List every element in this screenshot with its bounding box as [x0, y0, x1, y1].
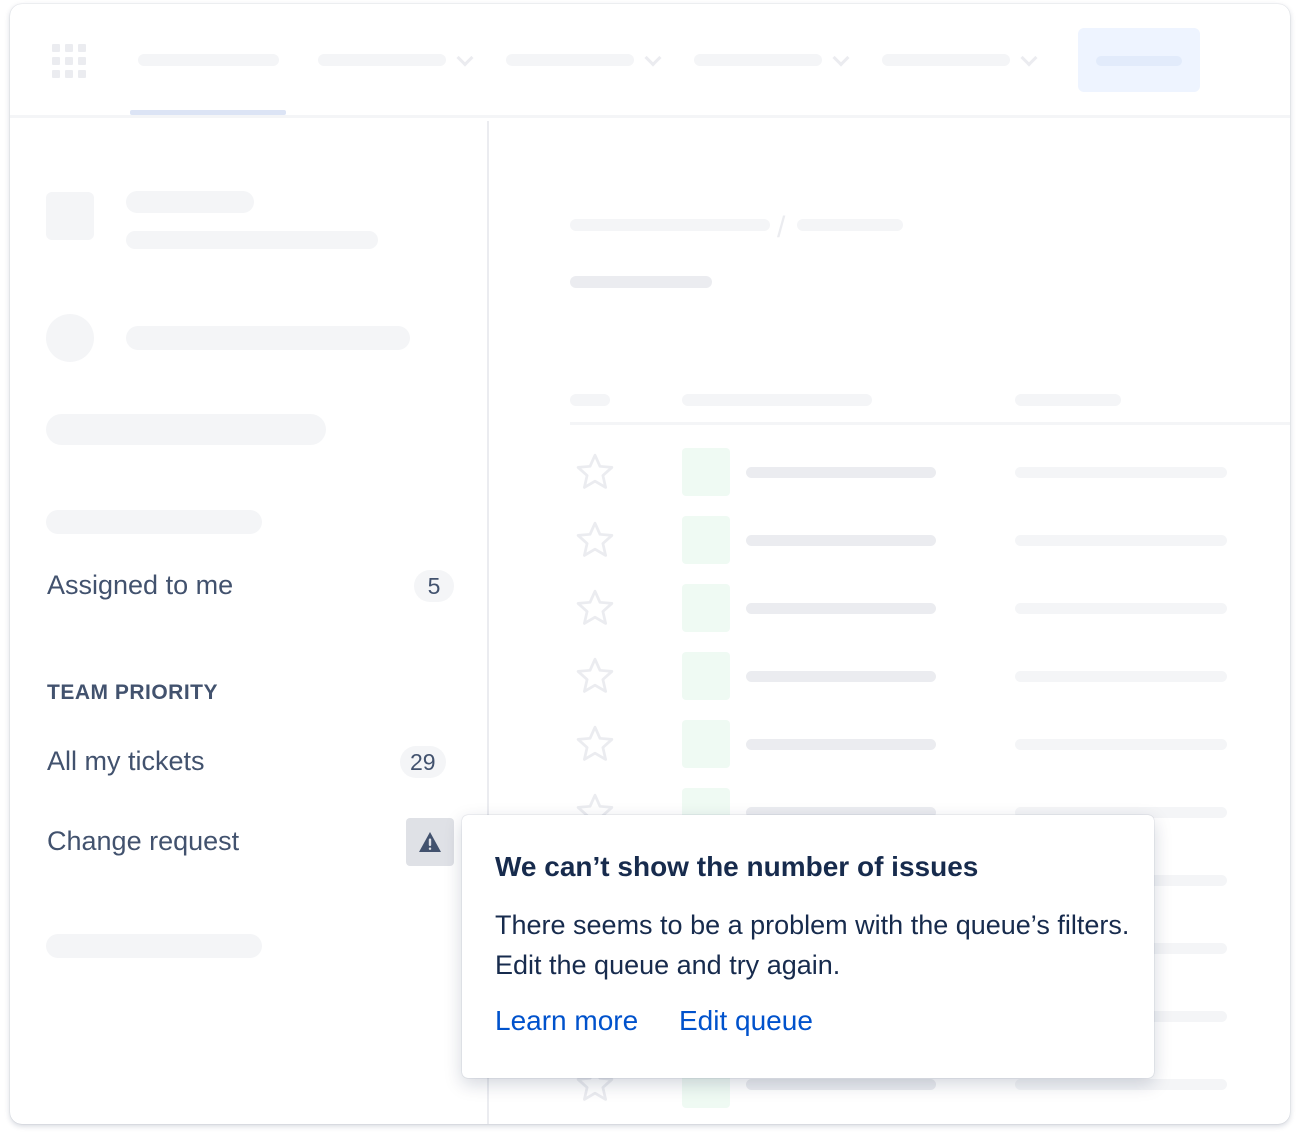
error-popup: We can’t show the number of issues There… — [462, 815, 1154, 1078]
issue-type-placeholder — [682, 584, 730, 632]
breadcrumb-separator: / — [777, 211, 786, 244]
issue-field-placeholder — [1015, 1079, 1227, 1090]
create-button-placeholder[interactable] — [1078, 28, 1200, 92]
sidebar: Assigned to me 5 TEAM PRIORITY All my ti… — [10, 121, 489, 1124]
issue-field-placeholder — [1015, 535, 1227, 546]
column-header-placeholder — [682, 394, 872, 406]
breadcrumb-placeholder — [570, 219, 770, 231]
column-header-placeholder — [570, 394, 610, 406]
app-switcher-icon[interactable] — [52, 44, 86, 78]
breadcrumb-placeholder — [797, 219, 903, 231]
issue-type-placeholder — [682, 652, 730, 700]
chevron-down-icon — [1020, 49, 1038, 67]
nav-item-placeholder[interactable] — [882, 54, 1010, 66]
issue-type-placeholder — [682, 516, 730, 564]
star-icon[interactable] — [573, 722, 617, 766]
star-icon[interactable] — [573, 450, 617, 494]
chevron-down-icon — [644, 49, 662, 67]
sidebar-item-placeholder — [46, 414, 326, 445]
sidebar-item-placeholder — [46, 510, 262, 534]
issue-summary-placeholder — [746, 671, 936, 682]
issue-summary-placeholder — [746, 1079, 936, 1090]
learn-more-link[interactable]: Learn more — [495, 1005, 638, 1037]
project-name-placeholder — [126, 191, 254, 213]
section-heading: TEAM PRIORITY — [47, 681, 219, 704]
popup-body: There seems to be a problem with the que… — [495, 910, 1130, 980]
sidebar-item-placeholder — [46, 934, 262, 958]
project-avatar-placeholder — [46, 192, 94, 240]
queue-warning-button[interactable] — [406, 818, 454, 866]
star-icon[interactable] — [573, 586, 617, 630]
star-icon[interactable] — [573, 654, 617, 698]
column-header-placeholder — [1015, 394, 1121, 406]
project-type-placeholder — [126, 231, 378, 249]
issue-summary-placeholder — [746, 535, 936, 546]
issue-field-placeholder — [1015, 671, 1227, 682]
issue-field-placeholder — [1015, 739, 1227, 750]
nav-active-indicator — [130, 110, 286, 115]
table-header-divider — [570, 422, 1290, 425]
issue-field-placeholder — [1015, 603, 1227, 614]
edit-queue-link[interactable]: Edit queue — [679, 1005, 813, 1037]
chevron-down-icon — [832, 49, 850, 67]
issue-summary-placeholder — [746, 739, 936, 750]
issue-field-placeholder — [1015, 467, 1227, 478]
issue-type-placeholder — [682, 448, 730, 496]
sidebar-item-all-my-tickets[interactable]: All my tickets — [47, 746, 205, 777]
nav-item-placeholder[interactable] — [138, 54, 279, 66]
page-title-placeholder — [570, 276, 712, 288]
sidebar-item-change-request[interactable]: Change request — [47, 826, 239, 857]
tickets-count-badge: 29 — [400, 746, 446, 778]
popup-title: We can’t show the number of issues — [495, 851, 979, 882]
chevron-down-icon — [456, 49, 474, 67]
nav-item-placeholder[interactable] — [318, 54, 446, 66]
sidebar-item-placeholder — [126, 326, 410, 350]
issue-type-placeholder — [682, 720, 730, 768]
nav-item-placeholder[interactable] — [506, 54, 634, 66]
issue-summary-placeholder — [746, 467, 936, 478]
avatar-placeholder — [46, 314, 94, 362]
app-window: Assigned to me 5 TEAM PRIORITY All my ti… — [10, 4, 1290, 1124]
star-icon[interactable] — [573, 518, 617, 562]
sidebar-item-assigned-to-me[interactable]: Assigned to me — [47, 570, 233, 601]
assigned-count-badge: 5 — [414, 570, 454, 602]
warning-icon — [419, 832, 441, 852]
nav-item-placeholder[interactable] — [694, 54, 822, 66]
issue-summary-placeholder — [746, 603, 936, 614]
top-navigation — [10, 4, 1290, 118]
